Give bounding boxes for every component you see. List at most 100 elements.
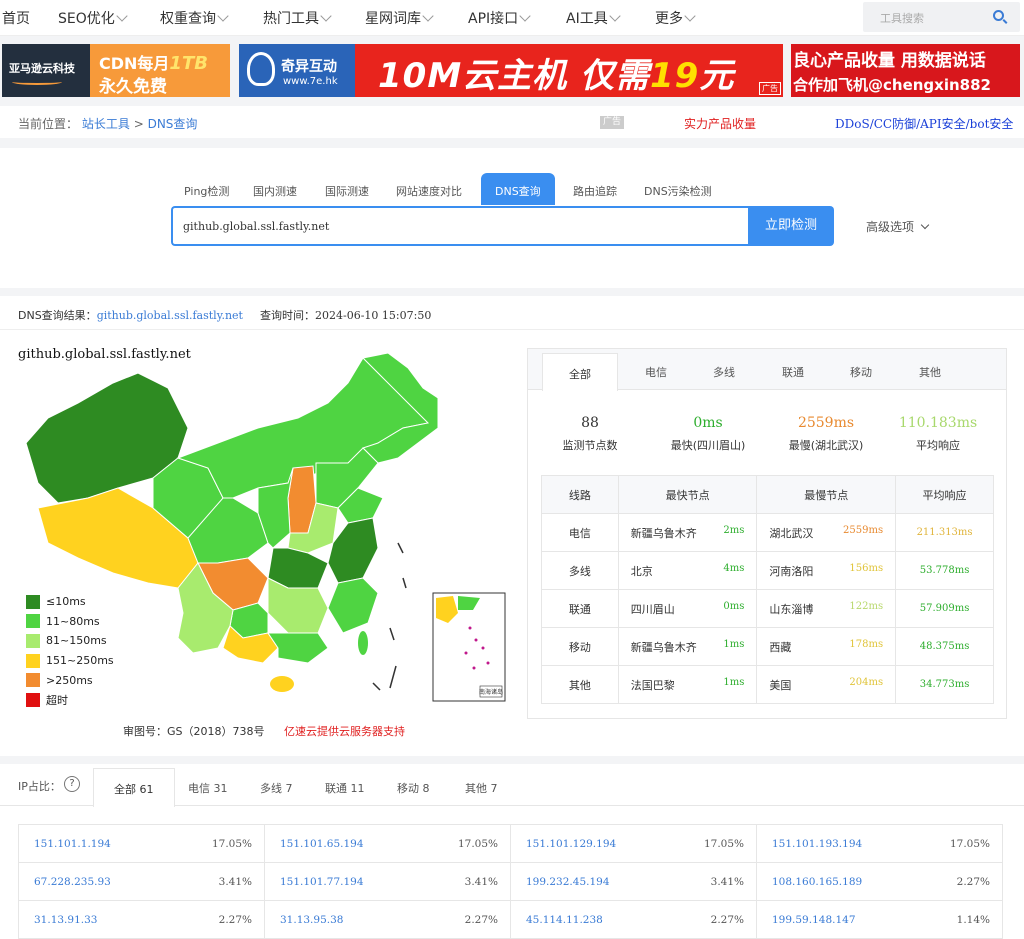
top-nav: 首页 SEO优化 权重查询 热门工具 星网词库 API接口 AI工具 更多 工具… <box>0 0 1024 36</box>
legend-swatch <box>26 614 40 629</box>
map-region <box>327 577 379 634</box>
table-row: 其他 法国巴黎 1ms 美国 204ms 34.773ms <box>541 665 994 704</box>
ip-cell: 151.101.1.194 17.05% <box>18 824 265 863</box>
breadcrumb-item-dns[interactable]: DNS查询 <box>148 117 198 131</box>
map-region <box>358 631 368 655</box>
advanced-options[interactable]: 高级选项 <box>866 218 930 235</box>
ip-cell: 199.232.45.194 3.41% <box>510 862 757 901</box>
legend-swatch <box>26 633 40 648</box>
ip-tab-other[interactable]: 其他 7 <box>465 780 498 796</box>
summary-slowest: 2559ms 最慢(湖北武汉) <box>788 415 864 452</box>
tab-multiline[interactable]: 多线 <box>713 364 735 380</box>
table-row: 多线 北京 4ms 河南洛阳 156ms 53.778ms <box>541 551 994 590</box>
column-header: 平均响应 <box>895 475 994 514</box>
ip-tabs: IP占比： ? 全部 61 电信 31 多线 7 联通 11 移动 8 其他 7 <box>0 764 1024 807</box>
table-row: 151.101.1.194 17.05% 151.101.65.194 17.05%… <box>18 824 1003 863</box>
promo-link-ddos[interactable]: DDoS/CC防御/API安全/bot安全 <box>835 115 1013 132</box>
qiyi-logo: 奇异互动 www.7e.hk <box>239 44 355 97</box>
domain-input-box <box>171 206 748 246</box>
tab-speed-compare[interactable]: 网站速度对比 <box>396 183 462 199</box>
chevron-down-icon <box>684 10 696 22</box>
map-legend: ≤10ms 11~80ms 81~150ms 151~250ms >250ms … <box>26 592 114 710</box>
search-icon[interactable] <box>993 10 1004 21</box>
ip-cell: 108.160.165.189 2.27% <box>756 862 1003 901</box>
breadcrumb-bar: 当前位置： 站长工具 > DNS查询 广告 实力产品收量 DDoS/CC防御/A… <box>0 106 1024 138</box>
ad-banners: 亚马逊云科技 CDN每月1TB 永久免费 奇异互动 www.7e.hk 10M云… <box>0 44 1024 98</box>
line-tabs: 全部 电信 多线 联通 移动 其他 <box>528 349 1006 391</box>
tab-other[interactable]: 其他 <box>919 364 941 380</box>
tab-unicom[interactable]: 联通 <box>782 364 804 380</box>
promo-link-red[interactable]: 实力产品收量 <box>684 115 756 132</box>
result-header: DNS查询结果：github.global.ssl.fastly.net 查询时… <box>0 296 1024 330</box>
breadcrumb-item-webmaster[interactable]: 站长工具 <box>82 117 130 131</box>
table-row: 31.13.91.33 2.27% 31.13.95.38 2.27% 45.114… <box>18 900 1003 939</box>
nav-item-home[interactable]: 首页 <box>2 8 30 28</box>
chevron-down-icon <box>217 10 229 22</box>
ad-tag: 广告 <box>600 116 624 129</box>
table-row: 67.228.235.93 3.41% 151.101.77.194 3.41% 1… <box>18 862 1003 901</box>
legend-swatch <box>26 594 40 609</box>
summary-average: 110.183ms 平均响应 <box>898 415 978 452</box>
domain-input[interactable] <box>173 208 748 244</box>
ip-tab-telecom[interactable]: 电信 31 <box>188 780 228 796</box>
tab-mobile[interactable]: 移动 <box>850 364 872 380</box>
summary-nodes: 88 监测节点数 <box>562 415 618 452</box>
query-time: 2024-06-10 15:07:50 <box>315 309 432 322</box>
tab-intl-speed[interactable]: 国际测速 <box>325 183 369 199</box>
nav-item-lexicon[interactable]: 星网词库 <box>365 8 434 28</box>
column-header: 最快节点 <box>617 475 758 514</box>
check-button[interactable]: 立即检测 <box>748 206 834 246</box>
chevron-down-icon <box>519 10 531 22</box>
search-input[interactable]: 工具搜索 <box>880 10 924 26</box>
ad-banner-chengxin[interactable]: 良心产品收量 用数据说话 合作加飞机@chengxin882 <box>791 44 1020 97</box>
column-header: 最慢节点 <box>756 475 897 514</box>
table-header-row: 线路 最快节点 最慢节点 平均响应 <box>541 475 994 514</box>
legend-item: 81~150ms <box>26 631 114 651</box>
ip-share-panel: IP占比： ? 全部 61 电信 31 多线 7 联通 11 移动 8 其他 7… <box>0 764 1024 939</box>
nav-item-seo[interactable]: SEO优化 <box>58 8 128 28</box>
nav-item-weight[interactable]: 权重查询 <box>160 8 229 28</box>
nav-item-api[interactable]: API接口 <box>468 8 531 28</box>
tab-domestic-speed[interactable]: 国内测速 <box>253 183 297 199</box>
nav-item-hot-tools[interactable]: 热门工具 <box>263 8 332 28</box>
ad-banner-aws[interactable]: 亚马逊云科技 CDN每月1TB 永久免费 <box>2 44 230 97</box>
tab-dns-query[interactable]: DNS查询 <box>481 173 555 205</box>
ip-cell: 151.101.193.194 17.05% <box>756 824 1003 863</box>
breadcrumb: 当前位置： 站长工具 > DNS查询 <box>18 117 198 131</box>
legend-swatch <box>26 692 40 707</box>
ip-cell: 31.13.95.38 2.27% <box>264 900 511 939</box>
aws-logo: 亚马逊云科技 <box>2 44 90 97</box>
ad-banner-7e[interactable]: 奇异互动 www.7e.hk 10M云主机 仅需19元 广告 <box>239 44 783 97</box>
nav-item-ai-tools[interactable]: AI工具 <box>566 8 621 28</box>
table-row: 移动 新疆乌鲁木齐 1ms 西藏 178ms 48.375ms <box>541 627 994 666</box>
ip-grid: 151.101.1.194 17.05% 151.101.65.194 17.05%… <box>18 824 1003 939</box>
ip-cell: 31.13.91.33 2.27% <box>18 900 265 939</box>
result-domain[interactable]: github.global.ssl.fastly.net <box>97 309 243 322</box>
chevron-down-icon <box>609 10 621 22</box>
ip-cell: 67.228.235.93 3.41% <box>18 862 265 901</box>
ip-tab-unicom[interactable]: 联通 11 <box>325 780 365 796</box>
ip-tab-all[interactable]: 全部 61 <box>93 768 175 807</box>
search-box[interactable]: 工具搜索 <box>863 2 1020 32</box>
help-icon[interactable]: ? <box>64 776 80 792</box>
tab-traceroute[interactable]: 路由追踪 <box>573 183 617 199</box>
chevron-down-icon <box>320 10 332 22</box>
ip-tab-mobile[interactable]: 移动 8 <box>397 780 430 796</box>
legend-item: 151~250ms <box>26 651 114 671</box>
legend-item: ≤10ms <box>26 592 114 612</box>
ip-cell: 199.59.148.147 1.14% <box>756 900 1003 939</box>
sponsor-link[interactable]: 亿速云提供云服务器支持 <box>284 723 405 739</box>
legend-item: >250ms <box>26 670 114 690</box>
ip-share-label: IP占比： <box>18 780 61 793</box>
nav-item-more[interactable]: 更多 <box>655 8 696 28</box>
chevron-down-icon <box>116 10 128 22</box>
map-approval-number: 审图号：GS（2018）738号 <box>123 725 265 738</box>
tab-dns-pollution[interactable]: DNS污染检测 <box>644 183 712 199</box>
nanhai-label: 南海诸岛 <box>479 688 503 696</box>
tab-telecom[interactable]: 电信 <box>645 364 667 380</box>
ip-tab-multiline[interactable]: 多线 7 <box>260 780 293 796</box>
tab-ping[interactable]: Ping检测 <box>184 183 229 199</box>
tab-all[interactable]: 全部 <box>542 353 618 391</box>
tool-panel: Ping检测 国内测速 国际测速 网站速度对比 DNS查询 路由追踪 DNS污染… <box>0 148 1024 288</box>
line-table: 线路 最快节点 最慢节点 平均响应 电信 新疆乌鲁木齐 2ms 湖北武汉 2559m… <box>541 475 994 704</box>
